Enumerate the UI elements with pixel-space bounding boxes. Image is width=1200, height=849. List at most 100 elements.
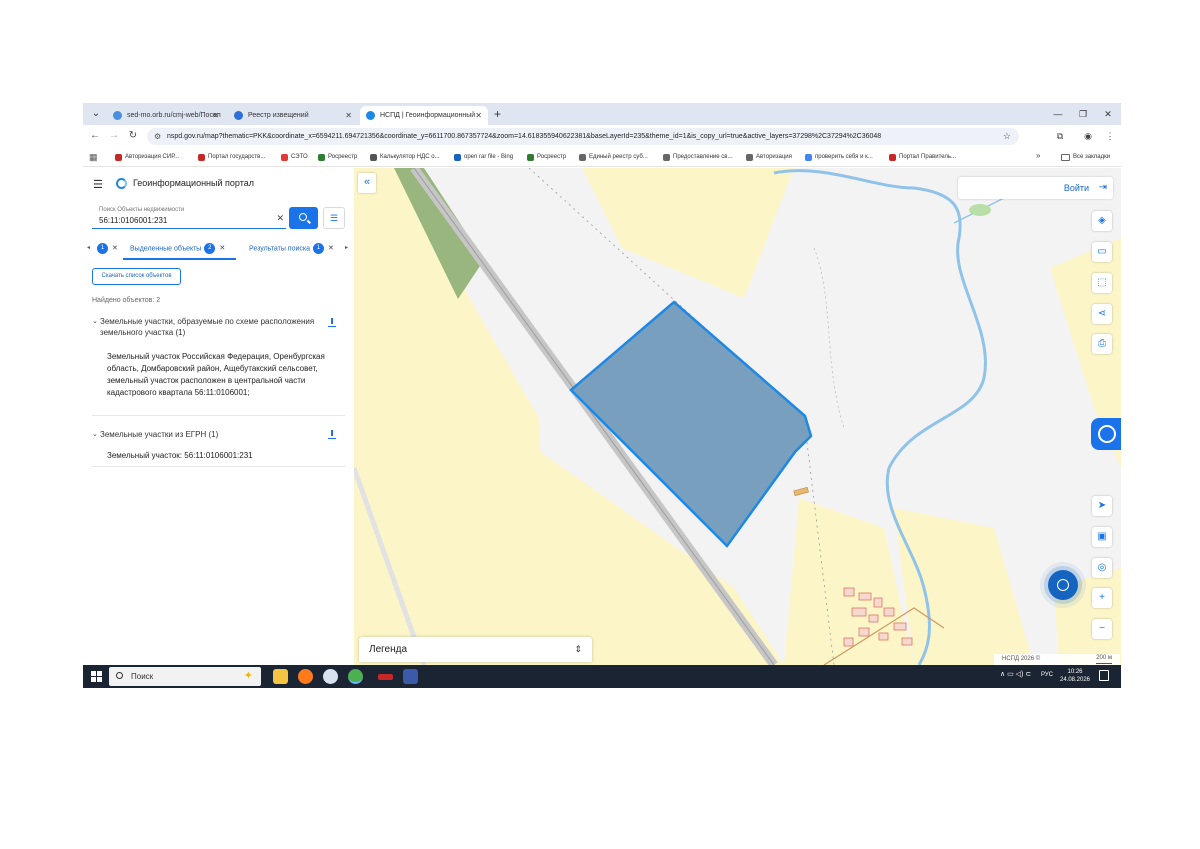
back-icon[interactable]: ← bbox=[88, 129, 102, 143]
extensions-icon[interactable]: ⧉ bbox=[1053, 129, 1067, 143]
legend-panel[interactable]: Легенда ⇕ bbox=[359, 637, 592, 662]
assistant-tab-button[interactable] bbox=[1091, 418, 1121, 450]
address-bar[interactable]: ⚙ nspd.gov.ru/map?thematic=PKK&coordinat… bbox=[147, 128, 1019, 145]
bookmark-item[interactable]: open rar file - Bing bbox=[454, 151, 513, 163]
chat-button[interactable] bbox=[1048, 570, 1078, 600]
select-area-icon: ⬚ bbox=[1097, 277, 1107, 288]
print-icon: ⎙ bbox=[1098, 338, 1106, 349]
list-item[interactable]: Земельный участок Российская Федерация, … bbox=[107, 351, 347, 399]
input-language[interactable]: РУС bbox=[1041, 672, 1053, 678]
search-field[interactable]: Поиск Объекты недвижимости ✕ bbox=[92, 207, 286, 229]
close-icon[interactable]: ✕ bbox=[475, 106, 482, 125]
notifications-icon[interactable] bbox=[1099, 670, 1109, 681]
mail-icon[interactable] bbox=[378, 674, 393, 680]
site-info-icon[interactable]: ⚙ bbox=[154, 128, 161, 145]
word-icon[interactable] bbox=[403, 669, 418, 684]
group-title: Земельные участки, образуемые по схеме р… bbox=[100, 317, 315, 337]
bookmarks-more-button[interactable]: » bbox=[1036, 151, 1040, 160]
tab-nspd[interactable]: НСПД | Геоинформационный ✕ bbox=[360, 106, 488, 125]
windows-start-icon[interactable] bbox=[91, 671, 102, 682]
zoom-out-button[interactable]: − bbox=[1092, 619, 1112, 639]
system-tray-icons[interactable]: ∧ ▭ ◁) ⊂ bbox=[1000, 670, 1031, 678]
geolocation-button[interactable]: ◎ bbox=[1092, 558, 1112, 578]
pond bbox=[969, 204, 991, 216]
bookmark-icon bbox=[318, 154, 325, 161]
new-tab-button[interactable]: + bbox=[494, 106, 501, 122]
bookmark-icon bbox=[454, 154, 461, 161]
search-button[interactable] bbox=[289, 207, 318, 229]
bookmark-item[interactable]: Росреестр bbox=[318, 151, 357, 163]
ruler-button[interactable]: ▭ bbox=[1092, 242, 1112, 262]
minimize-icon[interactable]: — bbox=[1048, 105, 1068, 123]
download-icon[interactable] bbox=[328, 318, 336, 327]
tab-search-results[interactable]: Результаты поиска 1 ✕ bbox=[249, 243, 334, 255]
filter-button[interactable]: ☰ bbox=[323, 207, 345, 229]
file-explorer-icon[interactable] bbox=[273, 669, 288, 684]
search-input[interactable] bbox=[99, 216, 269, 225]
basemap-icon: ▣ bbox=[1097, 531, 1107, 542]
chevron-right-icon[interactable]: ▸ bbox=[345, 244, 348, 251]
download-list-button[interactable]: Скачать список объектов bbox=[92, 268, 181, 285]
basemap-button[interactable]: ▣ bbox=[1092, 527, 1112, 547]
window-close-icon[interactable]: ✕ bbox=[1098, 105, 1118, 123]
locate-button[interactable]: ➤ bbox=[1092, 496, 1112, 516]
star-icon[interactable]: ☆ bbox=[1003, 128, 1011, 145]
select-area-button[interactable]: ⬚ bbox=[1092, 273, 1112, 293]
bookmark-item[interactable]: Портал Правитель... bbox=[889, 151, 956, 163]
zoom-in-button[interactable]: + bbox=[1092, 588, 1112, 608]
print-button[interactable]: ⎙ bbox=[1092, 334, 1112, 354]
bookmark-item[interactable]: Единый реестр суб... bbox=[579, 151, 648, 163]
tab-hidden[interactable]: 1 ✕ bbox=[94, 243, 118, 255]
bookmark-item[interactable]: Калькулятор НДС о... bbox=[370, 151, 440, 163]
bookmark-item[interactable]: Авторизация bbox=[746, 151, 792, 163]
map-layer bbox=[354, 168, 1121, 665]
sparkle-icon: ✦ bbox=[243, 670, 253, 682]
download-icon[interactable] bbox=[328, 430, 336, 439]
bookmark-icon bbox=[370, 154, 377, 161]
all-bookmarks-button[interactable]: Все закладки bbox=[1061, 151, 1110, 163]
profile-icon[interactable]: ◉ bbox=[1081, 129, 1095, 143]
clear-icon[interactable]: ✕ bbox=[276, 213, 284, 224]
portal-title: Геоинформационный портал bbox=[133, 178, 254, 188]
bookmark-item[interactable]: проверить себя и к... bbox=[805, 151, 873, 163]
map-canvas[interactable]: « Войти ⇥ ◈ ▭ ⬚ ⋖ ⎙ ➤ ▣ ◎ + − Легенда ⇕ НС… bbox=[354, 168, 1121, 665]
firefox-icon[interactable] bbox=[298, 669, 313, 684]
close-icon[interactable]: ✕ bbox=[219, 245, 225, 252]
address-row: ← → ↻ ⚙ nspd.gov.ru/map?thematic=PKK&coo… bbox=[83, 125, 1121, 147]
close-icon[interactable]: ✕ bbox=[112, 245, 118, 252]
tab-registry[interactable]: Реестр извещений ✕ bbox=[228, 106, 358, 125]
group-header-scheme[interactable]: ⌄ Земельные участки, образуемые по схеме… bbox=[92, 316, 320, 338]
hamburger-icon[interactable]: ☰ bbox=[93, 178, 103, 191]
chrome-icon[interactable] bbox=[348, 669, 363, 684]
list-item[interactable]: Земельный участок: 56:11:0106001:231 bbox=[107, 450, 347, 462]
bookmark-item[interactable]: Портал государств... bbox=[198, 151, 265, 163]
apps-icon[interactable]: ▦ bbox=[89, 152, 98, 162]
tab-sed[interactable]: sed-mo.orb.ru/cmj-web/Посел ✕ bbox=[107, 106, 225, 125]
taskbar-search[interactable]: Поиск ✦ bbox=[109, 667, 261, 686]
layers-button[interactable]: ◈ bbox=[1092, 211, 1112, 231]
forward-icon[interactable]: → bbox=[107, 129, 121, 143]
bookmark-item[interactable]: Предоставление св... bbox=[663, 151, 732, 163]
close-icon[interactable]: ✕ bbox=[212, 106, 219, 125]
bookmark-item[interactable]: Росреестр bbox=[527, 151, 566, 163]
close-icon[interactable]: ✕ bbox=[345, 106, 352, 125]
bookmark-icon bbox=[281, 154, 288, 161]
share-button[interactable]: ⋖ bbox=[1092, 304, 1112, 324]
app-c-icon[interactable] bbox=[323, 669, 338, 684]
collapse-panel-button[interactable]: « bbox=[358, 173, 376, 193]
chevron-left-icon[interactable]: ◂ bbox=[87, 244, 90, 251]
close-icon[interactable]: ✕ bbox=[328, 245, 334, 252]
bookmark-icon bbox=[805, 154, 812, 161]
login-icon: ⇥ bbox=[1098, 182, 1107, 193]
restore-icon[interactable]: ❐ bbox=[1073, 105, 1093, 123]
tab-search-icon[interactable]: ⌄ bbox=[89, 107, 103, 121]
reload-icon[interactable]: ↻ bbox=[126, 129, 140, 143]
menu-icon[interactable]: ⋮ bbox=[1103, 129, 1117, 143]
tab-selected-objects[interactable]: Выделенные объекты 2 ✕ bbox=[130, 243, 225, 255]
group-header-egrn[interactable]: ⌄ Земельные участки из ЕГРН (1) bbox=[92, 429, 320, 440]
bookmark-icon bbox=[198, 154, 205, 161]
bookmark-item[interactable]: СЭТО bbox=[281, 151, 308, 163]
clock[interactable]: 10:26 24.08.2026 bbox=[1058, 668, 1092, 684]
bookmark-item[interactable]: Авторизация СИР... bbox=[115, 151, 179, 163]
login-button[interactable]: Войти ⇥ bbox=[958, 177, 1113, 199]
